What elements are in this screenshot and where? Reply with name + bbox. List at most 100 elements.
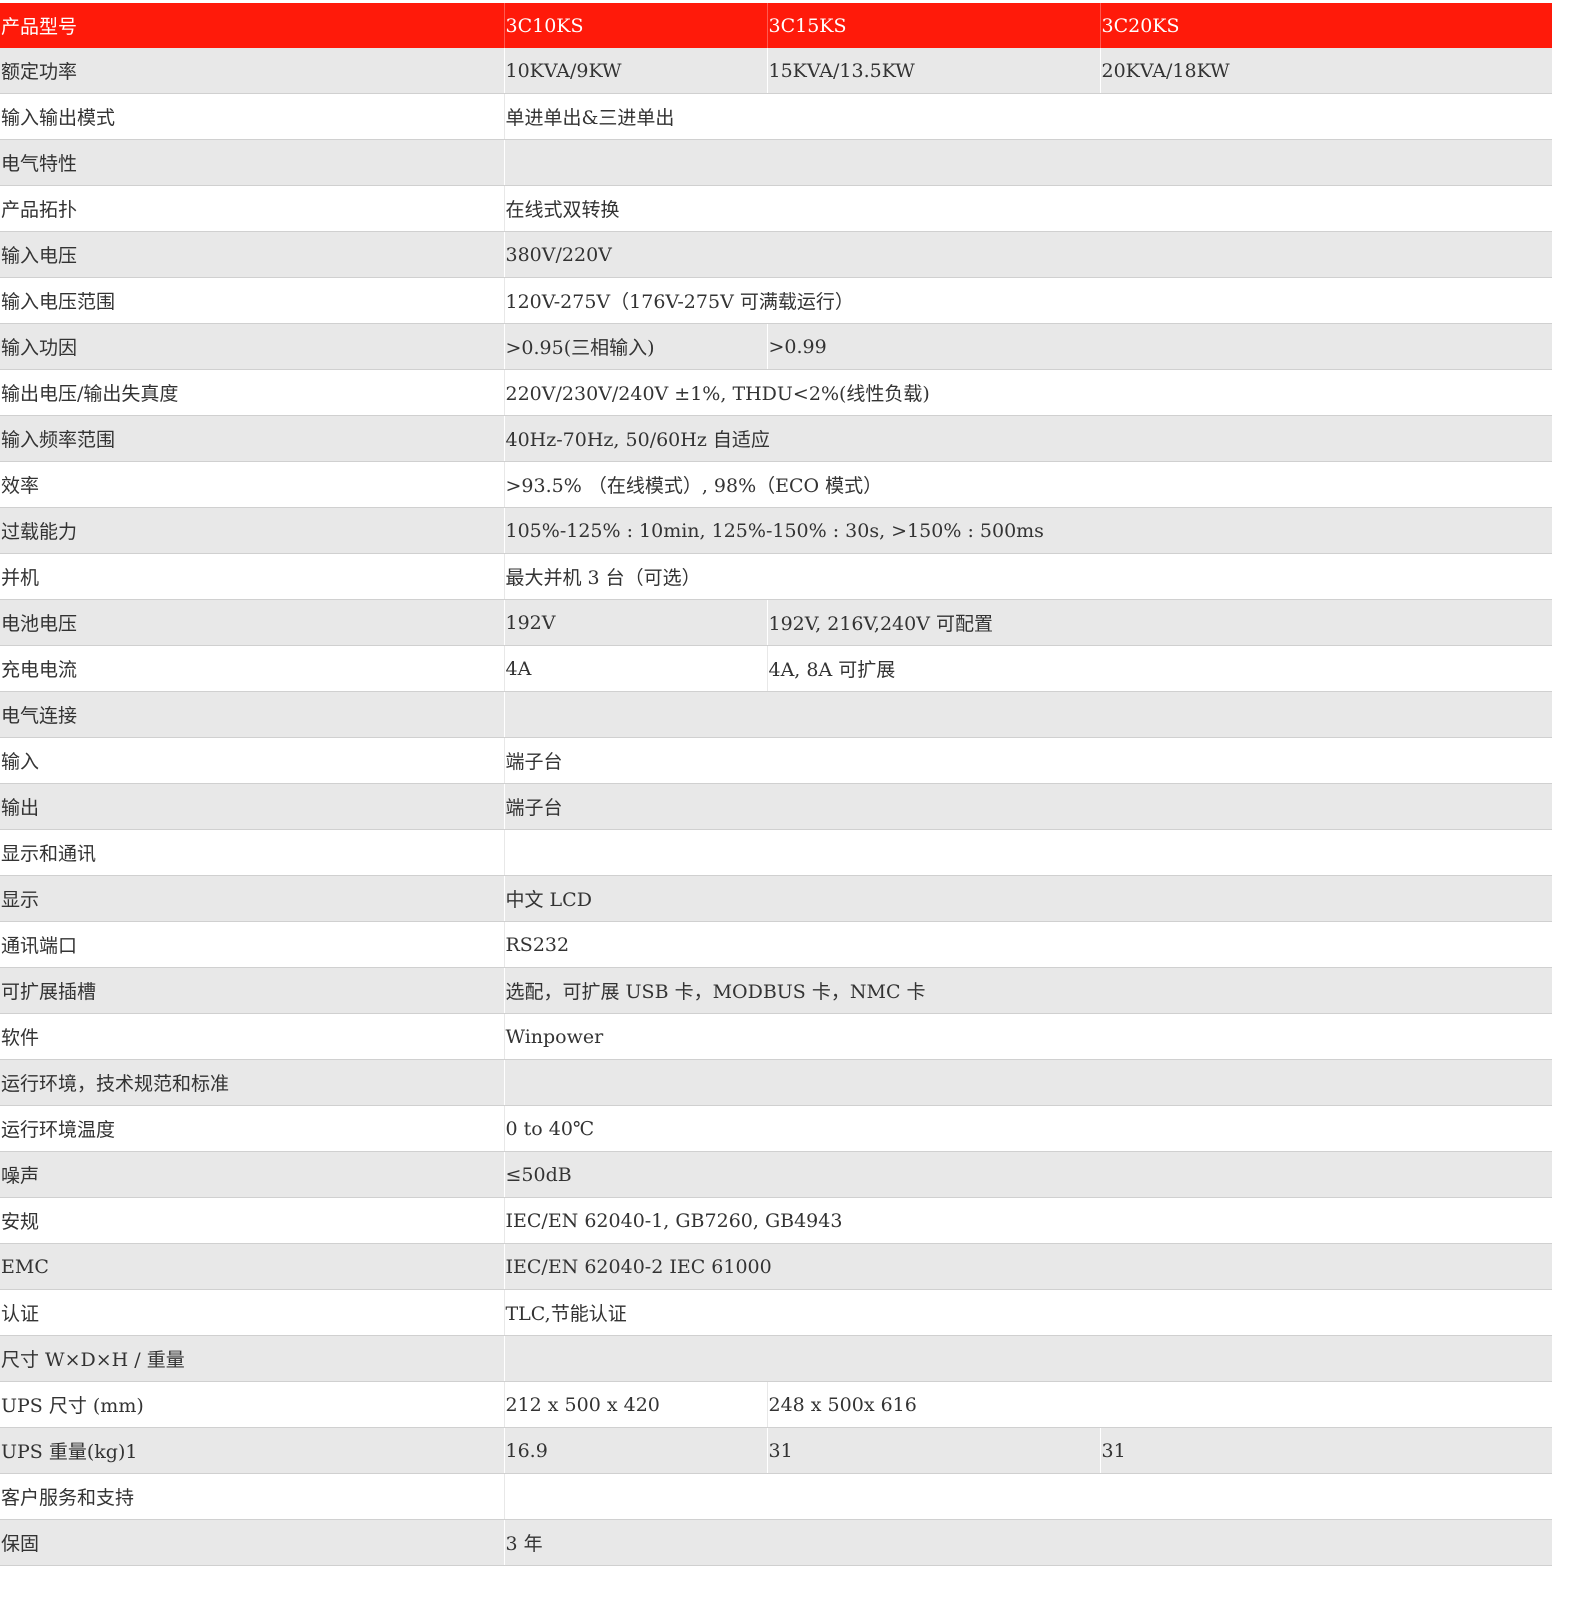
- row-value-cell: Winpower: [503, 1013, 1552, 1060]
- row-label-cell: UPS 尺寸 (mm): [0, 1381, 504, 1428]
- row-value-cell: 380V/220V: [503, 231, 1552, 278]
- table-row: 充电电流 4A 4A, 8A 可扩展: [0, 645, 1552, 692]
- row-value-cell: 3 年: [503, 1519, 1552, 1566]
- table-row: 电气连接: [0, 691, 1552, 738]
- row-value-cell: 248 x 500x 616: [766, 1381, 1552, 1428]
- table-row: UPS 重量(kg)1 16.9 31 31: [0, 1427, 1552, 1474]
- row-label-cell: UPS 重量(kg)1: [0, 1427, 504, 1474]
- table-row: 安规 IEC/EN 62040-1, GB7260, GB4943: [0, 1197, 1552, 1244]
- row-value-cell: 端子台: [503, 737, 1552, 784]
- row-value-cell: ≤50dB: [503, 1151, 1552, 1198]
- row-label-cell: 产品拓扑: [0, 185, 504, 232]
- row-label-cell: 电气连接: [0, 691, 504, 738]
- row-value-cell: 105%-125% : 10min, 125%-150% : 30s, >150…: [503, 507, 1552, 554]
- table-row: 输出 端子台: [0, 783, 1552, 830]
- table-row: 通讯端口 RS232: [0, 921, 1552, 968]
- table-row: 产品拓扑 在线式双转换: [0, 185, 1552, 232]
- row-label-cell: 并机: [0, 553, 504, 600]
- row-value-cell: 4A, 8A 可扩展: [766, 645, 1552, 692]
- row-label-cell: 输入: [0, 737, 504, 784]
- row-label-cell: 噪声: [0, 1151, 504, 1198]
- row-label-cell: 充电电流: [0, 645, 504, 692]
- table-row: 运行环境，技术规范和标准: [0, 1059, 1552, 1106]
- row-label-cell: 尺寸 W×D×H / 重量: [0, 1335, 504, 1382]
- table-row: 输入电压 380V/220V: [0, 231, 1552, 278]
- table-row: 输入频率范围 40Hz-70Hz, 50/60Hz 自适应: [0, 415, 1552, 462]
- row-label-cell: 输出: [0, 783, 504, 830]
- row-value-cell: [503, 1059, 1552, 1106]
- row-value-cell: 212 x 500 x 420: [503, 1381, 767, 1428]
- row-label-cell: 输入频率范围: [0, 415, 504, 462]
- table-row: 效率 >93.5% （在线模式）, 98%（ECO 模式）: [0, 461, 1552, 508]
- row-label-cell: 显示和通讯: [0, 829, 504, 876]
- spec-table: 产品型号 3C10KS 3C15KS 3C20KS 额定功率 10KVA/9KW 1…: [0, 3, 1552, 1566]
- table-row: 客户服务和支持: [0, 1473, 1552, 1520]
- table-row: 过载能力 105%-125% : 10min, 125%-150% : 30s, …: [0, 507, 1552, 554]
- row-value-cell: TLC,节能认证: [503, 1289, 1552, 1336]
- row-value-cell: 中文 LCD: [503, 875, 1552, 922]
- row-value-cell: IEC/EN 62040-1, GB7260, GB4943: [503, 1197, 1552, 1244]
- table-row: 输入电压范围 120V-275V（176V-275V 可满载运行）: [0, 277, 1552, 324]
- row-value-cell: 40Hz-70Hz, 50/60Hz 自适应: [503, 415, 1552, 462]
- row-value-cell: 选配，可扩展 USB 卡，MODBUS 卡，NMC 卡: [503, 967, 1552, 1014]
- row-value-cell: 15KVA/13.5KW: [766, 48, 1100, 94]
- table-row: 输入功因 >0.95(三相输入) >0.99: [0, 323, 1552, 370]
- table-row: 输入 端子台: [0, 737, 1552, 784]
- row-value-cell: 10KVA/9KW: [503, 48, 767, 94]
- row-value-cell: 4A: [503, 645, 767, 692]
- table-row: EMC IEC/EN 62040-2 IEC 61000: [0, 1243, 1552, 1290]
- table-row: 软件 Winpower: [0, 1013, 1552, 1060]
- row-value-cell: 16.9: [503, 1427, 767, 1474]
- row-label-cell: 电气特性: [0, 139, 504, 186]
- table-row: 运行环境温度 0 to 40℃: [0, 1105, 1552, 1152]
- table-row: 认证 TLC,节能认证: [0, 1289, 1552, 1336]
- row-label-cell: 软件: [0, 1013, 504, 1060]
- table-row: 可扩展插槽 选配，可扩展 USB 卡，MODBUS 卡，NMC 卡: [0, 967, 1552, 1014]
- header-cell-model: 3C10KS: [503, 3, 767, 48]
- row-label-cell: 输出电压/输出失真度: [0, 369, 504, 416]
- row-label-cell: 通讯端口: [0, 921, 504, 968]
- table-row: 显示 中文 LCD: [0, 875, 1552, 922]
- row-value-cell: 0 to 40℃: [503, 1105, 1552, 1152]
- row-label-cell: 可扩展插槽: [0, 967, 504, 1014]
- row-label-cell: 认证: [0, 1289, 504, 1336]
- row-value-cell: 20KVA/18KW: [1099, 48, 1552, 94]
- table-row: 保固 3 年: [0, 1519, 1552, 1566]
- row-value-cell: IEC/EN 62040-2 IEC 61000: [503, 1243, 1552, 1290]
- row-label-cell: EMC: [0, 1243, 504, 1290]
- table-row: 电气特性: [0, 139, 1552, 186]
- row-value-cell: [503, 1335, 1552, 1382]
- table-header-row: 产品型号 3C10KS 3C15KS 3C20KS: [0, 3, 1552, 48]
- row-value-cell: 端子台: [503, 783, 1552, 830]
- table-row: 输出电压/输出失真度 220V/230V/240V ±1%, THDU<2%(线性…: [0, 369, 1552, 416]
- spec-table-body: 产品型号 3C10KS 3C15KS 3C20KS 额定功率 10KVA/9KW 1…: [0, 3, 1552, 1566]
- row-label-cell: 客户服务和支持: [0, 1473, 504, 1520]
- row-value-cell: 最大并机 3 台（可选）: [503, 553, 1552, 600]
- table-row: 额定功率 10KVA/9KW 15KVA/13.5KW 20KVA/18KW: [0, 48, 1552, 94]
- row-value-cell: 在线式双转换: [503, 185, 1552, 232]
- row-value-cell: [503, 829, 1552, 876]
- row-value-cell: RS232: [503, 921, 1552, 968]
- row-value-cell: 31: [766, 1427, 1100, 1474]
- row-label-cell: 输入输出模式: [0, 93, 504, 140]
- row-value-cell: 192V: [503, 599, 767, 646]
- table-row: 显示和通讯: [0, 829, 1552, 876]
- row-value-cell: >0.95(三相输入): [503, 323, 767, 370]
- row-label-cell: 电池电压: [0, 599, 504, 646]
- header-cell-model: 3C20KS: [1099, 3, 1552, 48]
- row-label-cell: 过载能力: [0, 507, 504, 554]
- row-value-cell: 220V/230V/240V ±1%, THDU<2%(线性负载): [503, 369, 1552, 416]
- row-value-cell: 120V-275V（176V-275V 可满载运行）: [503, 277, 1552, 324]
- row-label-cell: 输入电压: [0, 231, 504, 278]
- row-label-cell: 额定功率: [0, 48, 504, 94]
- table-row: 并机 最大并机 3 台（可选）: [0, 553, 1552, 600]
- table-row: 输入输出模式 单进单出&三进单出: [0, 93, 1552, 140]
- row-label-cell: 输入功因: [0, 323, 504, 370]
- row-label-cell: 安规: [0, 1197, 504, 1244]
- table-row: 尺寸 W×D×H / 重量: [0, 1335, 1552, 1382]
- header-cell-label: 产品型号: [0, 3, 504, 48]
- row-label-cell: 运行环境，技术规范和标准: [0, 1059, 504, 1106]
- table-row: 电池电压 192V 192V, 216V,240V 可配置: [0, 599, 1552, 646]
- row-value-cell: 192V, 216V,240V 可配置: [766, 599, 1552, 646]
- row-value-cell: [503, 139, 1552, 186]
